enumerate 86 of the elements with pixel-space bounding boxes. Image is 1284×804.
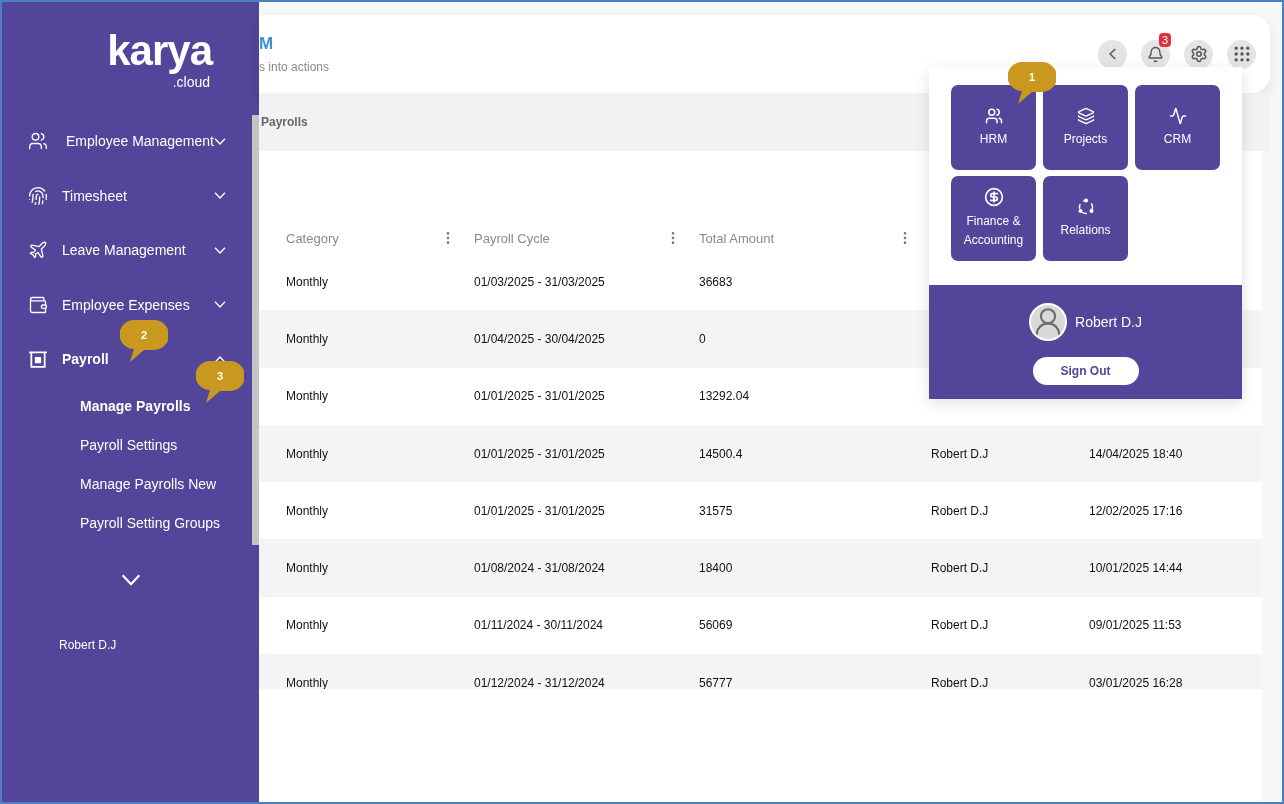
table-cell-text: 01/11/2024 - 30/11/2024 <box>474 618 604 633</box>
callout-tooltip: 3 <box>196 361 244 403</box>
nav-item[interactable]: Employee Expenses <box>2 291 252 318</box>
table-cell-text: 31575 <box>699 503 734 518</box>
settings-button[interactable] <box>1184 39 1213 69</box>
table-cell-text: 01/01/2025 - 31/01/2025 <box>474 389 606 404</box>
user-name: Robert D.J <box>1075 314 1142 330</box>
table-cell-text: Robert D.J <box>931 446 990 461</box>
table-cell-text: 14/04/2025 18:40 <box>1089 446 1184 461</box>
callout-tooltip: 2 <box>120 320 168 362</box>
table-row[interactable]: Monthly 01/01/2025 - 31/01/2025 14500.4 Robert D.J 14/04/2025 18:40 <box>259 424 1262 483</box>
sign-out-button[interactable]: Sign Out <box>1032 357 1139 385</box>
table-cell-text: Monthly <box>286 331 330 346</box>
app-tile[interactable]: Projects <box>1043 85 1128 170</box>
app-tile[interactable]: CRM <box>1135 85 1220 170</box>
dollar-icon <box>983 187 1004 207</box>
scrollbar[interactable] <box>252 115 259 545</box>
avatar <box>1029 303 1068 341</box>
nav-item[interactable]: Leave Management <box>2 237 252 264</box>
apps-button[interactable] <box>1227 39 1256 69</box>
table-cell-text: 01/01/2025 - 31/01/2025 <box>474 446 606 461</box>
column-header: Payroll Cycle <box>474 230 550 246</box>
table-cell-text: 56069 <box>699 618 734 633</box>
nav-subitem[interactable]: Payroll Settings <box>2 425 252 465</box>
nav-item[interactable]: Timesheet <box>2 182 252 209</box>
table-cell-text: 09/01/2025 11:53 <box>1089 618 1183 633</box>
table-cell-text: Robert D.J <box>931 561 990 576</box>
dots-circle-icon <box>1076 197 1095 216</box>
app-tile[interactable]: Finance & Accounting <box>951 176 1036 261</box>
user-name: Robert D.J <box>59 638 118 652</box>
stack-icon <box>1076 106 1095 125</box>
logo-suffix: .cloud <box>172 74 210 90</box>
page-title: M <box>259 34 274 54</box>
table-cell-text: Monthly <box>286 618 330 633</box>
table-cell-text: 01/01/2025 - 31/01/2025 <box>474 503 606 518</box>
table-cell-text: 03/01/2025 16:28 <box>1089 675 1184 689</box>
plane-icon <box>28 240 48 261</box>
table-cell-text: Robert D.J <box>931 618 990 633</box>
table-cell-text: Robert D.J <box>931 503 990 518</box>
table-row[interactable]: Monthly 01/08/2024 - 31/08/2024 18400 Robert D.J 10/01/2025 14:44 <box>259 539 1262 597</box>
atm-icon <box>28 349 48 370</box>
table-cell-text: 10/01/2025 14:44 <box>1089 561 1184 576</box>
table-cell-text: 14500.4 <box>699 446 744 461</box>
column-header: Total Amount <box>699 230 775 246</box>
chevron-icon <box>214 192 226 200</box>
chevron-left-icon <box>1109 48 1116 60</box>
table-cell-text: Monthly <box>286 389 330 404</box>
callout-tooltip: 1 <box>1008 62 1056 104</box>
table-cell-text: 01/12/2024 - 31/12/2024 <box>474 675 606 689</box>
notification-badge: 3 <box>1158 32 1171 47</box>
wave-icon <box>1168 106 1187 125</box>
table-cell-text: 0 <box>699 331 707 346</box>
fingerprint-icon <box>28 185 48 206</box>
table-cell-text: 01/08/2024 - 31/08/2024 <box>474 561 606 576</box>
table-cell-text: 01/04/2025 - 30/04/2025 <box>474 331 606 346</box>
chevron-icon <box>214 246 226 254</box>
nav-subitem[interactable]: Payroll Setting Groups <box>2 503 252 543</box>
table-cell-text: Monthly <box>286 675 330 689</box>
page-subtitle: s into actions <box>259 60 330 74</box>
table-cell-text: 01/03/2025 - 31/03/2025 <box>474 274 606 289</box>
back-button[interactable] <box>1098 39 1127 69</box>
table-cell-text: 13292.04 <box>699 389 751 404</box>
people-icon <box>28 131 48 152</box>
bell-icon <box>1147 45 1164 63</box>
table-cell-text: Monthly <box>286 274 330 289</box>
people-icon <box>984 106 1003 125</box>
column-header: Category <box>286 230 339 246</box>
table-cell-text: Monthly <box>286 503 330 518</box>
table-row[interactable]: Monthly 01/12/2024 - 31/12/2024 56777 Robert D.J 03/01/2025 16:28 <box>259 654 1262 689</box>
chevron-icon[interactable] <box>120 574 141 586</box>
table-cell-text: 36683 <box>699 274 734 289</box>
table-cell-text: Robert D.J <box>931 675 990 689</box>
settings-icon <box>1189 45 1208 63</box>
chevron-icon <box>214 137 226 145</box>
table-cell-text: Monthly <box>286 561 330 576</box>
table-cell-text: Monthly <box>286 446 330 461</box>
chevron-icon <box>214 301 226 309</box>
table-cell-text: 18400 <box>699 561 734 576</box>
nav-subitem[interactable]: Manage Payrolls New <box>2 464 252 504</box>
table-cell-text: 12/02/2025 17:16 <box>1089 503 1184 518</box>
app-tile[interactable]: HRM <box>951 85 1036 170</box>
app-tile[interactable]: Relations <box>1043 176 1128 261</box>
wallet-icon <box>28 294 48 315</box>
nav-item[interactable]: Employee Management <box>2 128 252 155</box>
breadcrumb[interactable]: Payrolls <box>261 115 308 129</box>
table-cell-text: 56777 <box>699 675 734 689</box>
